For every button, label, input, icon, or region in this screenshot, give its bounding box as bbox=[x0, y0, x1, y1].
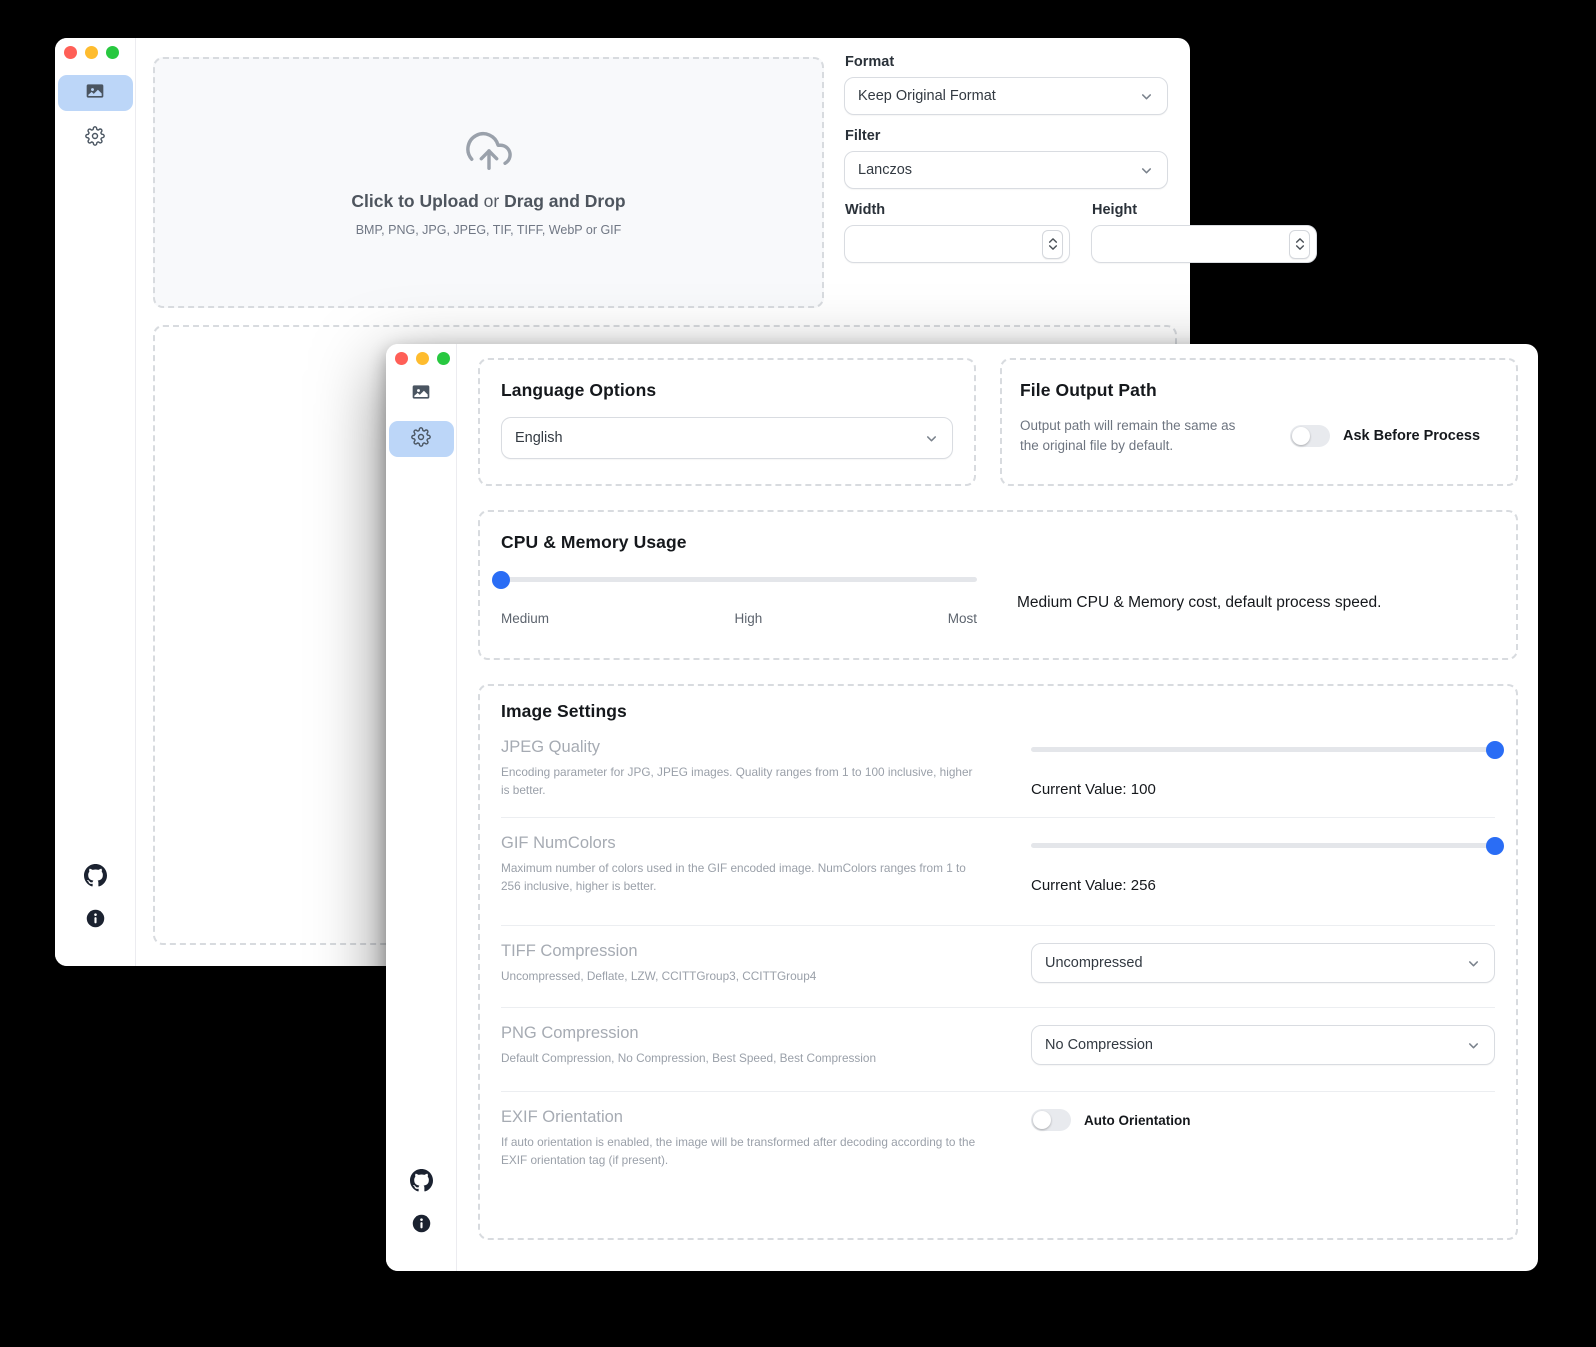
close-button[interactable] bbox=[395, 352, 408, 365]
setting-title: EXIF Orientation bbox=[501, 1108, 977, 1127]
filter-label: Filter bbox=[845, 128, 1168, 144]
setting-description: Default Compression, No Compression, Bes… bbox=[501, 1050, 977, 1068]
auto-orientation-toggle[interactable] bbox=[1031, 1109, 1071, 1131]
setting-title: PNG Compression bbox=[501, 1024, 977, 1043]
sidebar-item-images[interactable] bbox=[389, 376, 454, 412]
cloud-upload-icon bbox=[466, 128, 512, 179]
settings-gear-icon bbox=[411, 427, 431, 452]
width-label: Width bbox=[845, 202, 1070, 218]
setting-row-jpeg-quality: JPEG Quality Encoding parameter for JPG,… bbox=[501, 722, 1495, 818]
settings-gear-icon bbox=[85, 126, 105, 151]
format-select[interactable]: Keep Original Format bbox=[844, 77, 1168, 115]
setting-title: GIF NumColors bbox=[501, 834, 977, 853]
chevron-down-icon bbox=[1139, 163, 1154, 178]
window-controls bbox=[395, 352, 450, 365]
cpu-memory-title: CPU & Memory Usage bbox=[501, 532, 1495, 553]
auto-orientation-label: Auto Orientation bbox=[1084, 1113, 1191, 1128]
window-controls bbox=[64, 46, 119, 59]
cpu-status-text: Medium CPU & Memory cost, default proces… bbox=[1017, 577, 1381, 626]
setting-description: If auto orientation is enabled, the imag… bbox=[501, 1134, 977, 1169]
image-settings-title: Image Settings bbox=[501, 701, 1495, 722]
file-output-path-panel: File Output Path Output path will remain… bbox=[1000, 358, 1518, 486]
slider-thumb[interactable] bbox=[1486, 741, 1504, 759]
setting-row-tiff-compression: TIFF Compression Uncompressed, Deflate, … bbox=[501, 926, 1495, 1008]
height-label: Height bbox=[1092, 202, 1317, 218]
tiff-compression-value: Uncompressed bbox=[1045, 955, 1143, 971]
output-path-description: Output path will remain the same as the … bbox=[1020, 416, 1256, 457]
minimize-button[interactable] bbox=[416, 352, 429, 365]
format-label: Format bbox=[845, 54, 1168, 70]
github-icon[interactable] bbox=[410, 1169, 433, 1197]
height-field-wrap bbox=[1091, 225, 1317, 263]
tick-label-high: High bbox=[734, 611, 762, 626]
cpu-memory-slider[interactable] bbox=[501, 577, 977, 582]
zoom-button[interactable] bbox=[106, 46, 119, 59]
language-select[interactable]: English bbox=[501, 417, 953, 459]
chevron-down-icon bbox=[1466, 1038, 1481, 1053]
tick-label-most: Most bbox=[948, 611, 977, 626]
jpeg-quality-slider[interactable] bbox=[1031, 747, 1495, 752]
images-icon bbox=[411, 382, 431, 407]
ask-before-process-toggle[interactable] bbox=[1290, 425, 1330, 447]
tick-label-medium: Medium bbox=[501, 611, 549, 626]
upload-title: Click to Upload or Drag and Drop bbox=[351, 191, 625, 212]
sidebar-nav bbox=[55, 75, 135, 156]
sidebar-nav bbox=[386, 376, 456, 457]
image-settings-panel: Image Settings JPEG Quality Encoding par… bbox=[478, 684, 1518, 1240]
setting-description: Maximum number of colors used in the GIF… bbox=[501, 860, 977, 895]
setting-description: Encoding parameter for JPG, JPEG images.… bbox=[501, 764, 977, 799]
setting-row-exif-orientation: EXIF Orientation If auto orientation is … bbox=[501, 1092, 1495, 1187]
close-button[interactable] bbox=[64, 46, 77, 59]
chevron-down-icon bbox=[924, 431, 939, 446]
png-compression-select[interactable]: No Compression bbox=[1031, 1025, 1495, 1065]
sidebar-item-images[interactable] bbox=[58, 75, 133, 111]
desktop-background: Click to Upload or Drag and Drop BMP, PN… bbox=[0, 0, 1596, 1347]
cpu-memory-panel: CPU & Memory Usage Medium High Most Medi… bbox=[478, 510, 1518, 660]
sidebar-footer bbox=[386, 1169, 456, 1239]
up-down-stepper-icon[interactable] bbox=[1289, 230, 1310, 259]
chevron-down-icon bbox=[1139, 89, 1154, 104]
sidebar-item-settings[interactable] bbox=[389, 421, 454, 457]
minimize-button[interactable] bbox=[85, 46, 98, 59]
sidebar bbox=[386, 344, 457, 1271]
language-options-panel: Language Options English bbox=[478, 358, 976, 486]
up-down-stepper-icon[interactable] bbox=[1042, 230, 1063, 259]
file-output-path-title: File Output Path bbox=[1020, 380, 1498, 401]
conversion-options: Format Keep Original Format Filter Lancz… bbox=[844, 54, 1168, 263]
tiff-compression-select[interactable]: Uncompressed bbox=[1031, 943, 1495, 983]
setting-description: Uncompressed, Deflate, LZW, CCITTGroup3,… bbox=[501, 968, 977, 986]
ask-before-process-label: Ask Before Process bbox=[1343, 428, 1480, 444]
filter-select-value: Lanczos bbox=[858, 162, 912, 178]
sidebar-item-settings[interactable] bbox=[58, 120, 133, 156]
upload-dropzone[interactable]: Click to Upload or Drag and Drop BMP, PN… bbox=[153, 57, 824, 308]
format-select-value: Keep Original Format bbox=[858, 88, 996, 104]
cpu-slider-ticks: Medium High Most bbox=[501, 611, 977, 626]
setting-title: JPEG Quality bbox=[501, 738, 977, 757]
png-compression-value: No Compression bbox=[1045, 1037, 1153, 1053]
zoom-button[interactable] bbox=[437, 352, 450, 365]
sidebar-footer bbox=[55, 864, 135, 934]
height-input[interactable] bbox=[1104, 235, 1289, 253]
width-field-wrap bbox=[844, 225, 1070, 263]
setting-row-png-compression: PNG Compression Default Compression, No … bbox=[501, 1008, 1495, 1092]
info-icon[interactable] bbox=[411, 1213, 432, 1239]
slider-thumb[interactable] bbox=[1486, 837, 1504, 855]
github-icon[interactable] bbox=[84, 864, 107, 892]
chevron-down-icon bbox=[1466, 956, 1481, 971]
upload-supported-formats: BMP, PNG, JPG, JPEG, TIF, TIFF, WebP or … bbox=[356, 223, 622, 237]
language-options-title: Language Options bbox=[501, 380, 953, 401]
images-icon bbox=[85, 81, 105, 106]
jpeg-quality-current-value: Current Value: 100 bbox=[1031, 781, 1495, 798]
filter-select[interactable]: Lanczos bbox=[844, 151, 1168, 189]
setting-title: TIFF Compression bbox=[501, 942, 977, 961]
gif-numcolors-current-value: Current Value: 256 bbox=[1031, 877, 1495, 894]
settings-window: Language Options English File Output Pat… bbox=[386, 344, 1538, 1271]
width-input[interactable] bbox=[857, 235, 1042, 253]
info-icon[interactable] bbox=[85, 908, 106, 934]
setting-row-gif-numcolors: GIF NumColors Maximum number of colors u… bbox=[501, 818, 1495, 926]
language-select-value: English bbox=[515, 430, 563, 446]
gif-numcolors-slider[interactable] bbox=[1031, 843, 1495, 848]
slider-thumb[interactable] bbox=[492, 571, 510, 589]
sidebar bbox=[55, 38, 136, 966]
